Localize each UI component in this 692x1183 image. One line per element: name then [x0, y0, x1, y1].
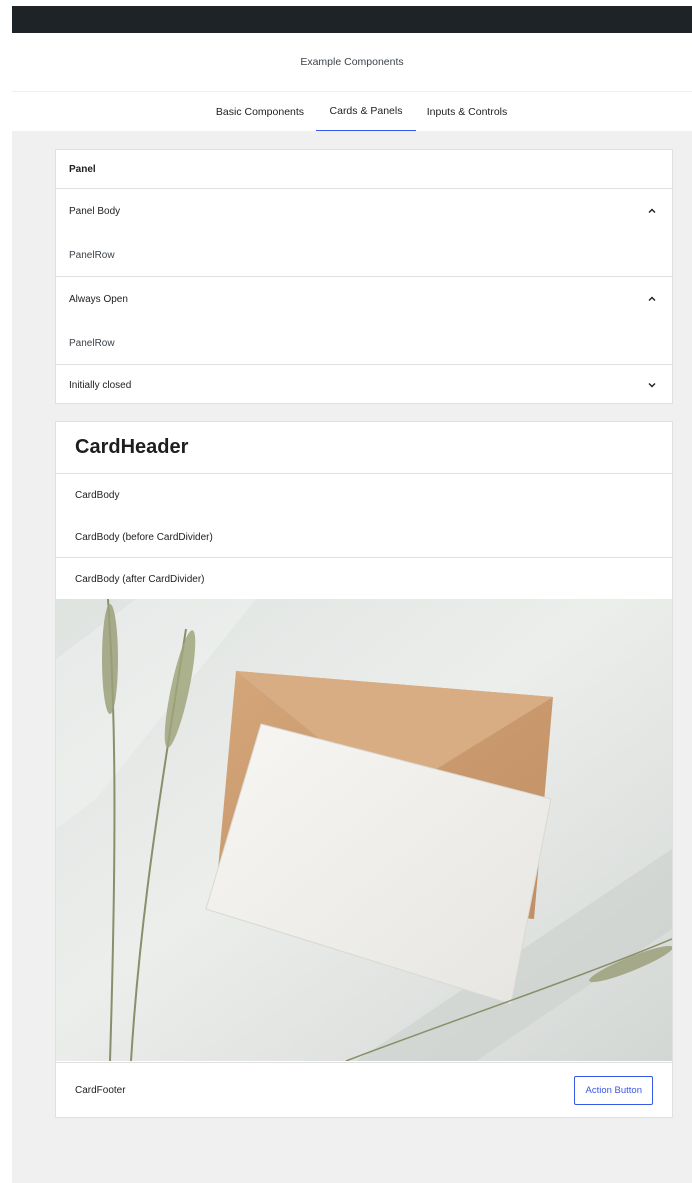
panel-body-title: Initially closed	[69, 379, 132, 391]
page-title: Example Components	[300, 56, 404, 68]
panel-body-3: Initially closed	[56, 365, 672, 405]
content-area: Panel Panel Body PanelRow Always Open Pa…	[12, 131, 692, 1183]
action-button[interactable]: Action Button	[574, 1076, 653, 1105]
tab-basic-components[interactable]: Basic Components	[205, 92, 315, 132]
panel-row: PanelRow	[69, 249, 115, 261]
chevron-down-icon	[647, 380, 657, 390]
panel-row: PanelRow	[69, 337, 115, 349]
chevron-up-icon	[647, 294, 657, 304]
admin-top-bar	[12, 6, 692, 33]
panel-body-toggle[interactable]: Panel Body	[56, 189, 672, 233]
card-body-before-divider: CardBody (before CardDivider)	[75, 531, 213, 543]
panel-body-toggle[interactable]: Always Open	[56, 277, 672, 321]
tab-bar: Basic Components Cards & Panels Inputs &…	[12, 92, 692, 132]
panel-body-1: Panel Body PanelRow	[56, 189, 672, 277]
card-body: CardBody	[75, 489, 120, 501]
panel-body-2: Always Open PanelRow	[56, 277, 672, 365]
card-footer: CardFooter Action Button	[56, 1062, 672, 1118]
card-media-image	[56, 599, 672, 1061]
card-body-after-divider: CardBody (after CardDivider)	[75, 573, 205, 585]
panel-body-title: Always Open	[69, 293, 128, 305]
tab-inputs-controls[interactable]: Inputs & Controls	[419, 92, 515, 132]
card-footer-label: CardFooter	[75, 1085, 126, 1096]
panel: Panel Panel Body PanelRow Always Open Pa…	[55, 149, 673, 404]
panel-body-title: Panel Body	[69, 205, 121, 217]
panel-header: Panel	[56, 150, 672, 189]
panel-body-toggle[interactable]: Initially closed	[56, 365, 672, 405]
tab-cards-panels[interactable]: Cards & Panels	[316, 92, 416, 132]
card: CardHeader CardBody CardBody (before Car…	[55, 421, 673, 1118]
chevron-up-icon	[647, 206, 657, 216]
card-header: CardHeader	[56, 422, 672, 474]
